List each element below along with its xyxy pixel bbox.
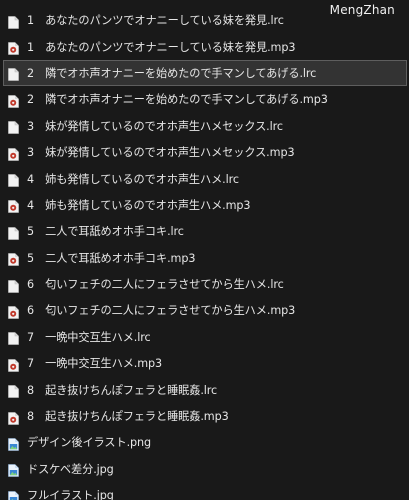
document-icon — [8, 172, 19, 187]
file-name: ドスケベ差分.jpg — [27, 462, 114, 476]
file-row[interactable]: 8 起き抜けちんぽフェラと睡眠姦.lrc — [0, 376, 409, 402]
file-row[interactable]: ドスケベ差分.jpg — [0, 456, 409, 482]
audio-file-icon — [8, 304, 19, 319]
file-row[interactable]: 1 あなたのパンツでオナニーしている妹を発見.mp3 — [0, 33, 409, 59]
image-file-icon — [8, 436, 19, 451]
file-row[interactable]: 2 隣でオホ声オナニーを始めたので手マンしてあげる.lrc — [3, 59, 407, 87]
document-icon — [8, 66, 19, 82]
document-icon — [8, 330, 19, 346]
audio-file-icon — [8, 93, 19, 108]
audio-file-icon — [8, 198, 19, 214]
file-row[interactable]: 7 一晩中交互生ハメ.lrc — [0, 324, 409, 350]
file-row[interactable]: 7 一晩中交互生ハメ.mp3 — [0, 350, 409, 376]
file-row[interactable]: 3 妹が発情しているのでオホ声生ハメセックス.lrc — [0, 113, 409, 139]
document-icon — [8, 278, 19, 293]
file-name: 1 あなたのパンツでオナニーしている妹を発見.lrc — [27, 14, 284, 28]
document-icon — [8, 119, 19, 135]
image-file-icon — [8, 489, 19, 500]
file-explorer: MengZhan 1 あなたのパンツでオナニーしている妹を発見.lrc 1 あなた… — [0, 0, 409, 500]
file-name: 5 二人で耳舐めオホ手コキ.lrc — [27, 225, 184, 239]
file-row[interactable]: 8 起き抜けちんぽフェラと睡眠姦.mp3 — [0, 403, 409, 429]
file-row[interactable]: デザイン後イラスト.png — [0, 429, 409, 455]
file-name: 7 一晩中交互生ハメ.mp3 — [27, 357, 163, 371]
file-name: 1 あなたのパンツでオナニーしている妹を発見.mp3 — [27, 40, 296, 54]
file-name: 3 妹が発情しているのでオホ声生ハメセックス.lrc — [27, 119, 283, 133]
file-name: フルイラスト.jpg — [27, 489, 114, 500]
file-name: 5 二人で耳舐めオホ手コキ.mp3 — [27, 251, 196, 265]
file-name: 2 隣でオホ声オナニーを始めたので手マンしてあげる.lrc — [27, 66, 317, 80]
file-name: 2 隣でオホ声オナニーを始めたので手マンしてあげる.mp3 — [27, 93, 328, 107]
file-row[interactable]: 4 姉も発情しているのでオホ声生ハメ.lrc — [0, 165, 409, 191]
file-row[interactable]: フルイラスト.jpg — [0, 482, 409, 500]
file-list: 1 あなたのパンツでオナニーしている妹を発見.lrc 1 あなたのパンツでオナニー… — [0, 7, 409, 500]
file-row[interactable]: 3 妹が発情しているのでオホ声生ハメセックス.mp3 — [0, 139, 409, 165]
file-row[interactable]: 6 匂いフェチの二人にフェラさせてから生ハメ.mp3 — [0, 297, 409, 323]
audio-file-icon — [8, 251, 19, 267]
file-row[interactable]: 6 匂いフェチの二人にフェラさせてから生ハメ.lrc — [0, 271, 409, 297]
file-name: 7 一晩中交互生ハメ.lrc — [27, 330, 151, 344]
file-name: デザイン後イラスト.png — [27, 436, 152, 450]
audio-file-icon — [8, 357, 19, 372]
audio-file-icon — [8, 410, 19, 425]
file-row[interactable]: 5 二人で耳舐めオホ手コキ.lrc — [0, 218, 409, 244]
audio-file-icon — [8, 40, 19, 55]
file-row[interactable]: 2 隣でオホ声オナニーを始めたので手マンしてあげる.mp3 — [0, 86, 409, 112]
document-icon — [8, 383, 19, 398]
file-name: 6 匂いフェチの二人にフェラさせてから生ハメ.lrc — [27, 278, 284, 292]
file-name: 4 姉も発情しているのでオホ声生ハメ.lrc — [27, 172, 239, 186]
file-name: 3 妹が発情しているのでオホ声生ハメセックス.mp3 — [27, 146, 295, 160]
file-name: 8 起き抜けちんぽフェラと睡眠姦.mp3 — [27, 410, 229, 424]
file-row[interactable]: 5 二人で耳舐めオホ手コキ.mp3 — [0, 245, 409, 271]
audio-file-icon — [8, 146, 19, 161]
file-name: 4 姉も発情しているのでオホ声生ハメ.mp3 — [27, 198, 251, 212]
watermark: MengZhan — [329, 3, 395, 17]
file-row[interactable]: 4 姉も発情しているのでオホ声生ハメ.mp3 — [0, 192, 409, 218]
file-name: 8 起き抜けちんぽフェラと睡眠姦.lrc — [27, 383, 218, 397]
document-icon — [8, 14, 19, 29]
file-name: 6 匂いフェチの二人にフェラさせてから生ハメ.mp3 — [27, 304, 296, 318]
image-file-icon — [8, 462, 19, 478]
document-icon — [8, 225, 19, 240]
